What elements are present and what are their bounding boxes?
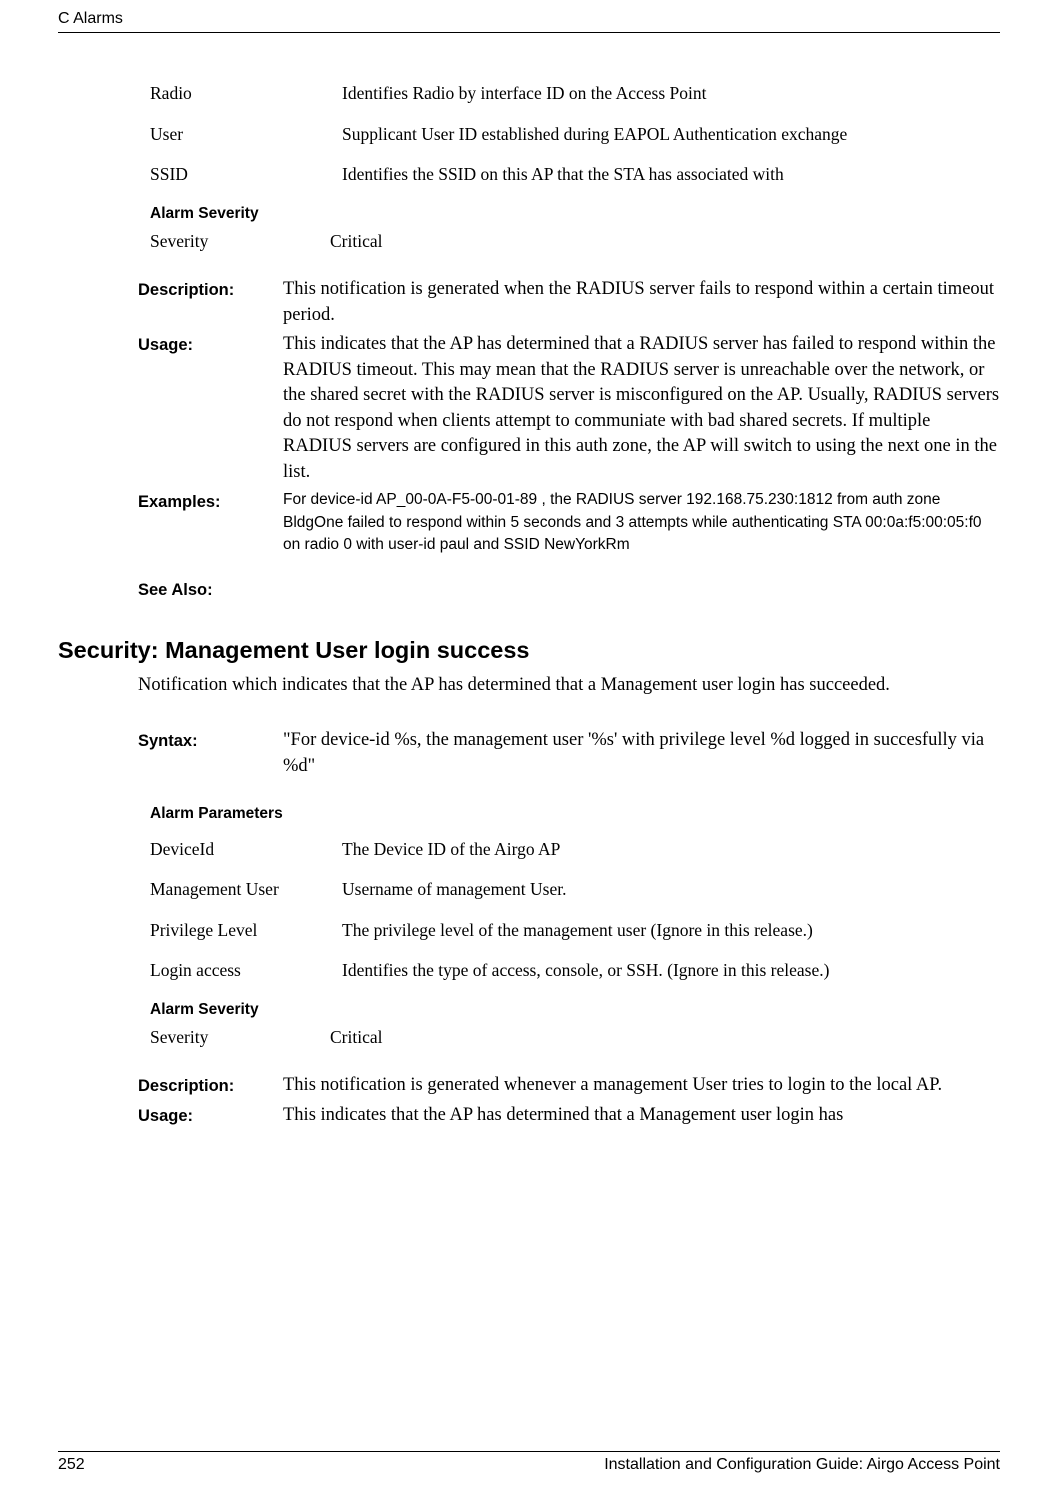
severity-row: Severity Critical [150, 1025, 1000, 1050]
param-key: User [150, 114, 342, 155]
table-row: Privilege Level The privilege level of t… [150, 910, 1000, 951]
param-key: SSID [150, 154, 342, 195]
table-row: Management User Username of management U… [150, 869, 1000, 910]
def-key-syntax: Syntax: [138, 728, 283, 753]
section-intro: Notification which indicates that the AP… [138, 673, 1000, 699]
alarm-severity-heading: Alarm Severity [150, 203, 1000, 225]
definition-list: Description: This notification is genera… [138, 1073, 1000, 1128]
section-heading: Security: Management User login success [58, 634, 1000, 667]
table-row: SSID Identifies the SSID on this AP that… [150, 154, 1000, 195]
table-row: User Supplicant User ID established duri… [150, 114, 1000, 155]
def-key-examples: Examples: [138, 489, 283, 514]
param-block-2: Alarm Parameters DeviceId The Device ID … [150, 803, 1000, 1049]
page-header: C Alarms [58, 0, 1000, 32]
severity-value: Critical [330, 1025, 382, 1050]
table-row: DeviceId The Device ID of the Airgo AP [150, 829, 1000, 870]
table-row: Radio Identifies Radio by interface ID o… [150, 73, 1000, 114]
alarm-parameters-heading: Alarm Parameters [150, 803, 1000, 825]
header-chapter: C Alarms [58, 8, 123, 30]
def-key-description: Description: [138, 277, 283, 302]
definition-row: Usage: This indicates that the AP has de… [138, 332, 1000, 485]
def-value: For device-id AP_00-0A-F5-00-01-89 , the… [283, 489, 1000, 556]
param-value: Identifies the SSID on this AP that the … [342, 154, 1000, 195]
severity-key: Severity [150, 229, 330, 254]
def-value: "For device-id %s, the management user '… [283, 728, 1000, 779]
param-key: Radio [150, 73, 342, 114]
see-also-heading: See Also: [138, 579, 1000, 602]
page-number: 252 [58, 1454, 85, 1476]
page-footer: 252 Installation and Configuration Guide… [58, 1454, 1000, 1476]
def-value: This indicates that the AP has determine… [283, 1103, 1000, 1129]
def-key-usage: Usage: [138, 1103, 283, 1128]
param-key: DeviceId [150, 829, 342, 870]
definition-list: Description: This notification is genera… [138, 277, 1000, 557]
severity-key: Severity [150, 1025, 330, 1050]
param-key: Privilege Level [150, 910, 342, 951]
param-key: Management User [150, 869, 342, 910]
definition-row: Syntax: "For device-id %s, the managemen… [138, 728, 1000, 779]
param-value: The Device ID of the Airgo AP [342, 829, 1000, 870]
severity-value: Critical [330, 229, 382, 254]
alarm-severity-heading: Alarm Severity [150, 999, 1000, 1021]
param-value: Supplicant User ID established during EA… [342, 114, 1000, 155]
param-key: Login access [150, 950, 342, 991]
def-value: This notification is generated when the … [283, 277, 1000, 328]
definition-row: Description: This notification is genera… [138, 1073, 1000, 1099]
severity-row: Severity Critical [150, 229, 1000, 254]
param-value: Username of management User. [342, 869, 1000, 910]
header-rule [58, 32, 1000, 33]
footer-rule [58, 1451, 1000, 1452]
param-table: DeviceId The Device ID of the Airgo AP M… [150, 829, 1000, 991]
footer-title: Installation and Configuration Guide: Ai… [604, 1454, 1000, 1476]
def-value: This indicates that the AP has determine… [283, 332, 1000, 485]
definition-row: Description: This notification is genera… [138, 277, 1000, 328]
param-value: Identifies Radio by interface ID on the … [342, 73, 1000, 114]
param-value: The privilege level of the management us… [342, 910, 1000, 951]
param-table: Radio Identifies Radio by interface ID o… [150, 73, 1000, 195]
syntax-block: Syntax: "For device-id %s, the managemen… [138, 728, 1000, 779]
def-value: This notification is generated whenever … [283, 1073, 1000, 1099]
definition-row: Usage: This indicates that the AP has de… [138, 1103, 1000, 1129]
param-value: Identifies the type of access, console, … [342, 950, 1000, 991]
param-block-top: Radio Identifies Radio by interface ID o… [150, 73, 1000, 253]
table-row: Login access Identifies the type of acce… [150, 950, 1000, 991]
def-key-description: Description: [138, 1073, 283, 1098]
def-key-usage: Usage: [138, 332, 283, 357]
definition-row: Examples: For device-id AP_00-0A-F5-00-0… [138, 489, 1000, 556]
